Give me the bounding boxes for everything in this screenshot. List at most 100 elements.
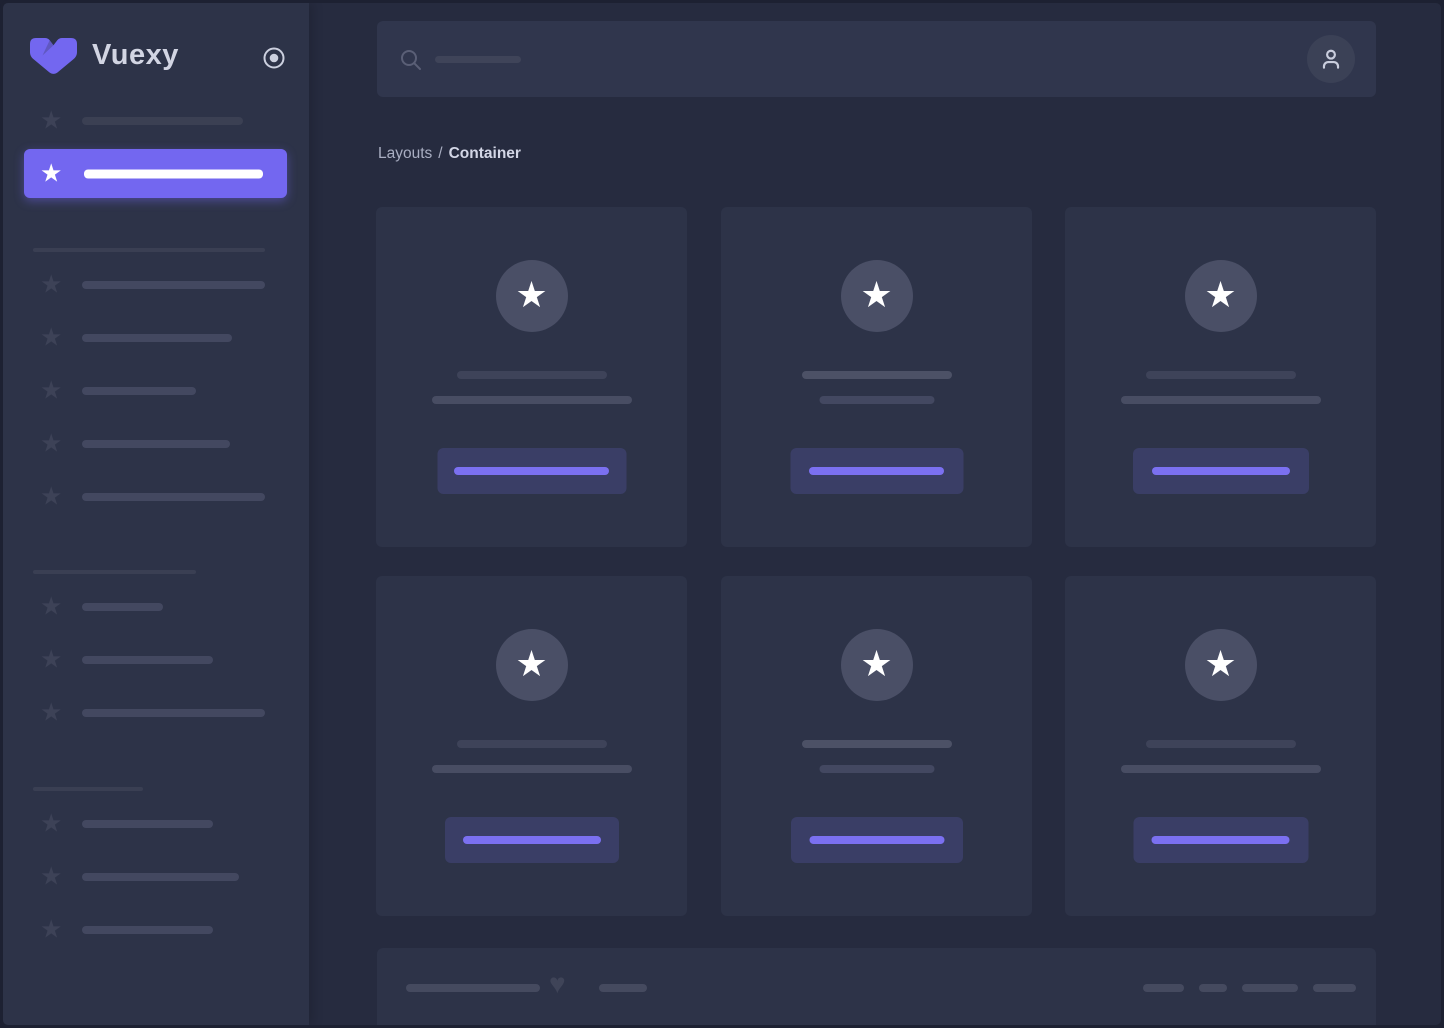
- card-button[interactable]: [444, 817, 619, 863]
- avatar-circle: ★: [495, 260, 568, 332]
- sidebar-item-active[interactable]: ★: [24, 149, 287, 198]
- skeleton-bar: [82, 493, 265, 501]
- breadcrumb-current: Container: [448, 145, 521, 162]
- sidebar-item[interactable]: ★: [3, 698, 309, 728]
- star-icon: ★: [40, 862, 63, 891]
- skeleton-bar: [84, 169, 263, 178]
- section-header-bar: [33, 570, 196, 574]
- skeleton-bar: [1120, 396, 1321, 404]
- breadcrumb-separator: /: [438, 145, 443, 162]
- star-icon: ★: [40, 429, 63, 458]
- sidebar-item[interactable]: ★: [3, 106, 309, 136]
- avatar-circle: ★: [1184, 629, 1257, 701]
- star-icon: ★: [40, 376, 63, 405]
- star-icon: ★: [40, 645, 63, 674]
- button-label-bar: [809, 836, 944, 844]
- skeleton-bar: [82, 873, 239, 881]
- sidebar-item[interactable]: ★: [3, 862, 309, 892]
- sidebar-item[interactable]: ★: [3, 482, 309, 512]
- star-icon: ★: [40, 159, 63, 187]
- section-header-bar: [33, 787, 143, 791]
- section-header-bar: [33, 248, 265, 252]
- skeleton-bar: [82, 820, 213, 828]
- sidebar: Vuexy ★ ★ ★ ★ ★ ★ ★ ★ ★ ★ ★ ★ ★: [3, 3, 309, 1025]
- skeleton-bar: [82, 656, 213, 664]
- search-bar[interactable]: [377, 21, 1376, 97]
- user-avatar[interactable]: [1307, 35, 1355, 83]
- card-button[interactable]: [1133, 817, 1308, 863]
- card-button[interactable]: [790, 448, 963, 494]
- star-icon: ★: [860, 642, 893, 684]
- skeleton-bar: [406, 984, 540, 992]
- star-icon: ★: [40, 323, 63, 352]
- sidebar-item[interactable]: ★: [3, 915, 309, 945]
- card-button[interactable]: [1132, 448, 1309, 494]
- search-icon: [399, 48, 423, 77]
- sidebar-nav: ★ ★ ★ ★ ★ ★ ★ ★ ★ ★ ★ ★ ★: [3, 3, 309, 1025]
- star-icon: ★: [1204, 642, 1237, 684]
- skeleton-bar: [801, 371, 952, 379]
- skeleton-bar: [82, 440, 230, 448]
- star-icon: ★: [40, 106, 63, 135]
- skeleton-bar: [1145, 371, 1296, 379]
- star-icon: ★: [40, 698, 63, 727]
- card-grid: ★ ★ ★ ★ ★ ★: [376, 207, 1376, 917]
- footer-links-group: [1143, 984, 1356, 992]
- star-icon: ★: [860, 273, 893, 315]
- card-button[interactable]: [790, 817, 963, 863]
- sidebar-item[interactable]: ★: [3, 323, 309, 353]
- avatar-circle: ★: [840, 260, 913, 332]
- sidebar-item[interactable]: ★: [3, 429, 309, 459]
- content-card: ★: [721, 576, 1032, 916]
- skeleton-bar: [599, 984, 647, 992]
- star-icon: ★: [40, 915, 63, 944]
- app-window: Vuexy ★ ★ ★ ★ ★ ★ ★ ★ ★ ★ ★ ★ ★ Layouts …: [0, 0, 1444, 1028]
- skeleton-bar: [431, 396, 632, 404]
- skeleton-bar: [801, 740, 952, 748]
- star-icon: ★: [40, 270, 63, 299]
- content-card: ★: [721, 207, 1032, 547]
- button-label-bar: [1151, 836, 1290, 844]
- button-label-bar: [809, 467, 944, 475]
- skeleton-bar: [819, 396, 934, 404]
- skeleton-bar: [431, 765, 632, 773]
- star-icon: ★: [1204, 273, 1237, 315]
- skeleton-bar: [456, 371, 607, 379]
- skeleton-bar: [82, 709, 265, 717]
- star-icon: ★: [40, 592, 63, 621]
- avatar-circle: ★: [495, 629, 568, 701]
- sidebar-item[interactable]: ★: [3, 592, 309, 622]
- skeleton-bar: [819, 765, 934, 773]
- breadcrumb: Layouts / Container: [378, 145, 521, 163]
- skeleton-bar: [82, 281, 265, 289]
- avatar-circle: ★: [1184, 260, 1257, 332]
- skeleton-bar: [1143, 984, 1184, 992]
- content-card: ★: [376, 207, 687, 547]
- search-placeholder-bar: [435, 56, 521, 63]
- star-icon: ★: [515, 273, 548, 315]
- content-card: ★: [1065, 576, 1376, 916]
- card-button[interactable]: [437, 448, 626, 494]
- sidebar-item[interactable]: ★: [3, 270, 309, 300]
- sidebar-item[interactable]: ★: [3, 645, 309, 675]
- sidebar-item[interactable]: ★: [3, 376, 309, 406]
- button-label-bar: [454, 467, 609, 475]
- skeleton-bar: [1120, 765, 1321, 773]
- star-icon: ★: [515, 642, 548, 684]
- skeleton-bar: [1145, 740, 1296, 748]
- skeleton-bar: [1242, 984, 1298, 992]
- skeleton-bar: [1313, 984, 1356, 992]
- avatar-circle: ★: [840, 629, 913, 701]
- breadcrumb-parent[interactable]: Layouts: [378, 145, 432, 162]
- skeleton-bar: [82, 926, 213, 934]
- button-label-bar: [462, 836, 601, 844]
- skeleton-bar: [82, 603, 163, 611]
- star-icon: ★: [40, 809, 63, 838]
- footer-card: ♥: [377, 948, 1376, 1025]
- heart-icon: ♥: [549, 968, 566, 999]
- skeleton-bar: [82, 387, 196, 395]
- button-label-bar: [1151, 467, 1290, 475]
- sidebar-item[interactable]: ★: [3, 809, 309, 839]
- skeleton-bar: [456, 740, 607, 748]
- skeleton-bar: [82, 117, 243, 125]
